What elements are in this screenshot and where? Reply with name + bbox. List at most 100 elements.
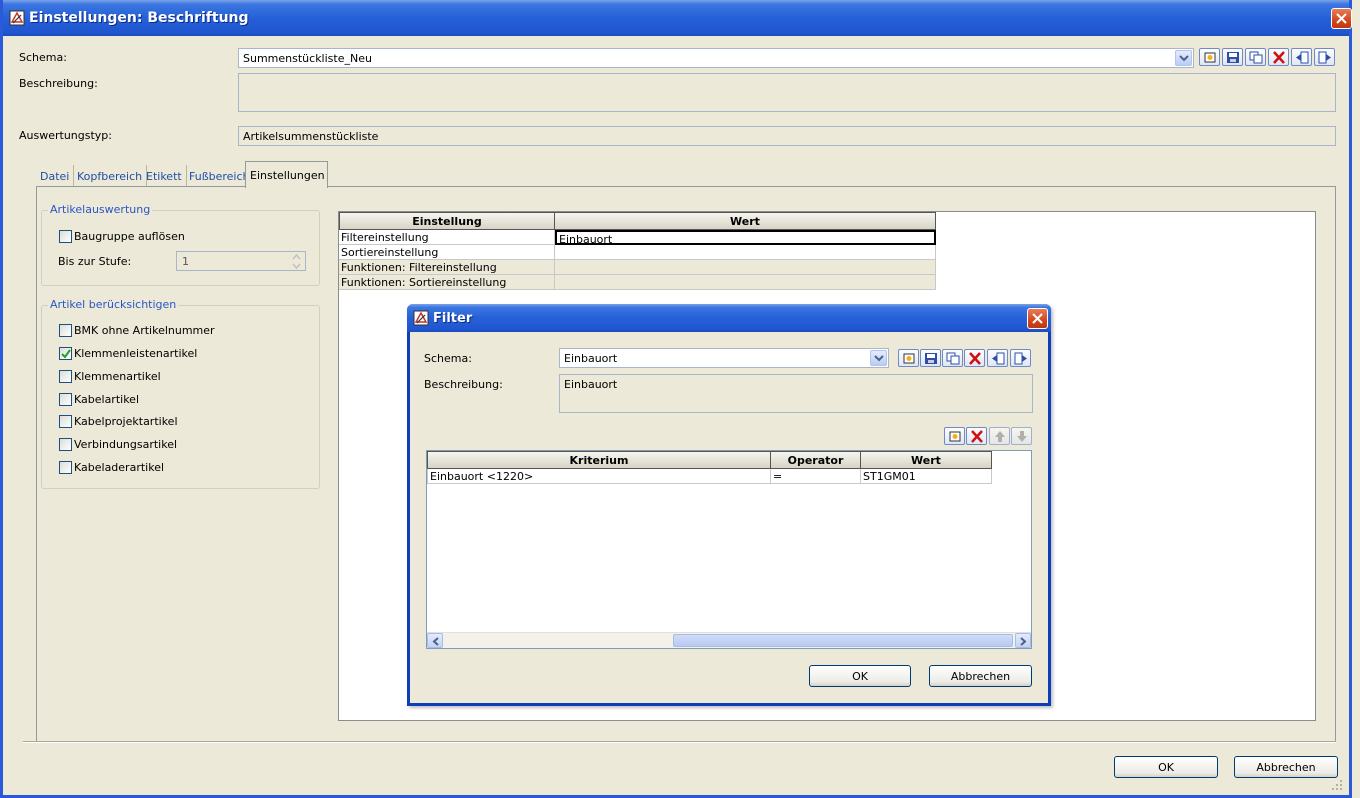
delete-icon bbox=[971, 430, 983, 443]
criteria-add-button[interactable] bbox=[944, 427, 965, 445]
kabelader-checkbox[interactable] bbox=[59, 461, 72, 474]
schema-label: Schema: bbox=[19, 51, 67, 64]
import-icon bbox=[992, 352, 1005, 365]
stufe-value: 1 bbox=[182, 255, 189, 268]
filter-title: Filter bbox=[433, 311, 473, 326]
spin-up-icon[interactable] bbox=[289, 253, 304, 261]
filter-beschreibung-textarea[interactable]: Einbauort bbox=[559, 374, 1033, 413]
move-up-icon bbox=[995, 431, 1005, 442]
settings-row-value[interactable]: Einbauort bbox=[555, 230, 936, 245]
app-icon bbox=[9, 10, 25, 26]
new-icon bbox=[903, 353, 915, 364]
stufe-spinner[interactable]: 1 bbox=[176, 251, 306, 271]
filter-copy-button[interactable] bbox=[942, 349, 963, 367]
criteria-horizontal-scrollbar[interactable] bbox=[427, 632, 1031, 648]
filter-cancel-button[interactable]: Abbrechen bbox=[929, 665, 1032, 687]
group-artikelauswertung-title: Artikelauswertung bbox=[48, 203, 153, 216]
settings-row-value[interactable] bbox=[555, 260, 936, 275]
main-close-button[interactable] bbox=[1331, 8, 1352, 29]
tab-datei[interactable]: Datei bbox=[36, 165, 75, 187]
export-icon bbox=[1014, 352, 1027, 365]
scroll-left-icon bbox=[432, 637, 439, 646]
bmk-label: BMK ohne Artikelnummer bbox=[74, 324, 215, 337]
scroll-right-button[interactable] bbox=[1015, 633, 1031, 648]
settings-row-name[interactable]: Filtereinstellung bbox=[339, 230, 555, 245]
tab-etikett[interactable]: Etikett bbox=[142, 165, 187, 187]
verbindung-checkbox[interactable] bbox=[59, 438, 72, 451]
criteria-header-wert[interactable]: Wert bbox=[860, 451, 992, 469]
settings-row-name[interactable]: Funktionen: Sortiereinstellung bbox=[339, 275, 555, 290]
kabelprojekt-checkbox[interactable] bbox=[59, 415, 72, 428]
app-icon bbox=[413, 310, 429, 326]
criteria-header-operator[interactable]: Operator bbox=[770, 451, 861, 469]
klemmenleisten-checkbox[interactable] bbox=[59, 347, 72, 360]
kabel-checkbox[interactable] bbox=[59, 393, 72, 406]
export-icon bbox=[1318, 51, 1331, 64]
tab-kopfbereich[interactable]: Kopfbereich bbox=[73, 165, 148, 187]
criteria-header-kriterium[interactable]: Kriterium bbox=[427, 451, 771, 469]
filter-import-button[interactable] bbox=[987, 349, 1008, 367]
save-icon bbox=[925, 353, 937, 364]
filter-schema-dropdown[interactable]: Einbauort bbox=[559, 348, 889, 368]
settings-row-name[interactable]: Funktionen: Filtereinstellung bbox=[339, 260, 555, 275]
settings-row-value[interactable] bbox=[555, 275, 936, 290]
filter-save-button[interactable] bbox=[920, 349, 941, 367]
filter-new-button[interactable] bbox=[898, 349, 919, 367]
criteria-move-down-button[interactable] bbox=[1011, 427, 1032, 445]
auswertungstyp-field: Artikelsummenstückliste bbox=[238, 126, 1336, 146]
schema-value: Summenstückliste_Neu bbox=[243, 52, 372, 65]
settings-row-name[interactable]: Sortiereinstellung bbox=[339, 245, 555, 260]
main-cancel-button[interactable]: Abbrechen bbox=[1234, 756, 1338, 778]
resize-grip-icon[interactable] bbox=[1331, 779, 1343, 791]
settings-row-value[interactable] bbox=[555, 245, 936, 260]
filter-ok-button[interactable]: OK bbox=[809, 665, 911, 687]
filter-export-button[interactable] bbox=[1010, 349, 1031, 367]
filter-schema-value: Einbauort bbox=[564, 352, 618, 365]
main-titlebar[interactable]: Einstellungen: Beschriftung bbox=[3, 0, 1352, 36]
criteria-move-up-button[interactable] bbox=[989, 427, 1010, 445]
criteria-row-operator[interactable]: = bbox=[771, 469, 861, 484]
kabelader-label: Kabeladerartikel bbox=[74, 461, 165, 474]
filter-titlebar[interactable]: Filter bbox=[407, 304, 1051, 332]
settings-header-wert[interactable]: Wert bbox=[554, 212, 936, 230]
dropdown-arrow-icon bbox=[874, 355, 884, 362]
baugruppe-checkbox[interactable] bbox=[59, 230, 72, 243]
export-schema-button[interactable] bbox=[1314, 48, 1335, 66]
criteria-row-kriterium[interactable]: Einbauort <1220> bbox=[427, 469, 771, 484]
auswertungstyp-label: Auswertungstyp: bbox=[19, 129, 112, 142]
scroll-left-button[interactable] bbox=[427, 633, 443, 648]
filter-close-button[interactable] bbox=[1027, 308, 1048, 329]
beschreibung-label: Beschreibung: bbox=[19, 77, 98, 90]
beschreibung-textarea[interactable] bbox=[238, 73, 1336, 112]
tab-einstellungen[interactable]: Einstellungen bbox=[245, 161, 328, 188]
klemmen-checkbox[interactable] bbox=[59, 370, 72, 383]
criteria-delete-button[interactable] bbox=[966, 427, 987, 445]
scroll-right-icon bbox=[1020, 637, 1027, 646]
main-ok-button[interactable]: OK bbox=[1114, 756, 1218, 778]
criteria-row-wert[interactable]: ST1GM01 bbox=[861, 469, 992, 484]
delete-icon bbox=[1273, 51, 1285, 64]
new-icon bbox=[949, 431, 961, 442]
filter-delete-button[interactable] bbox=[964, 349, 985, 367]
delete-schema-button[interactable] bbox=[1268, 48, 1289, 66]
group-artikelauswertung: Artikelauswertung bbox=[41, 203, 320, 286]
scroll-thumb[interactable] bbox=[673, 634, 1013, 647]
filter-schema-dropdown-button[interactable] bbox=[870, 350, 887, 366]
save-schema-button[interactable] bbox=[1222, 48, 1243, 66]
spin-down-icon[interactable] bbox=[289, 262, 304, 270]
bmk-checkbox[interactable] bbox=[59, 324, 72, 337]
close-icon bbox=[1032, 313, 1043, 324]
copy-icon bbox=[946, 352, 960, 365]
move-down-icon bbox=[1017, 431, 1027, 442]
schema-dropdown[interactable]: Summenstückliste_Neu bbox=[238, 48, 1194, 68]
criteria-table: Kriterium Operator Wert Einbauort <1220>… bbox=[426, 450, 1032, 649]
klemmenleisten-label: Klemmenleistenartikel bbox=[74, 347, 198, 360]
copy-schema-button[interactable] bbox=[1245, 48, 1266, 66]
main-title: Einstellungen: Beschriftung bbox=[29, 10, 249, 26]
settings-header-einstellung[interactable]: Einstellung bbox=[339, 212, 555, 230]
schema-dropdown-button[interactable] bbox=[1175, 50, 1192, 66]
new-schema-button[interactable] bbox=[1199, 48, 1220, 66]
close-icon bbox=[1336, 13, 1347, 24]
save-icon bbox=[1227, 52, 1239, 63]
import-schema-button[interactable] bbox=[1291, 48, 1312, 66]
